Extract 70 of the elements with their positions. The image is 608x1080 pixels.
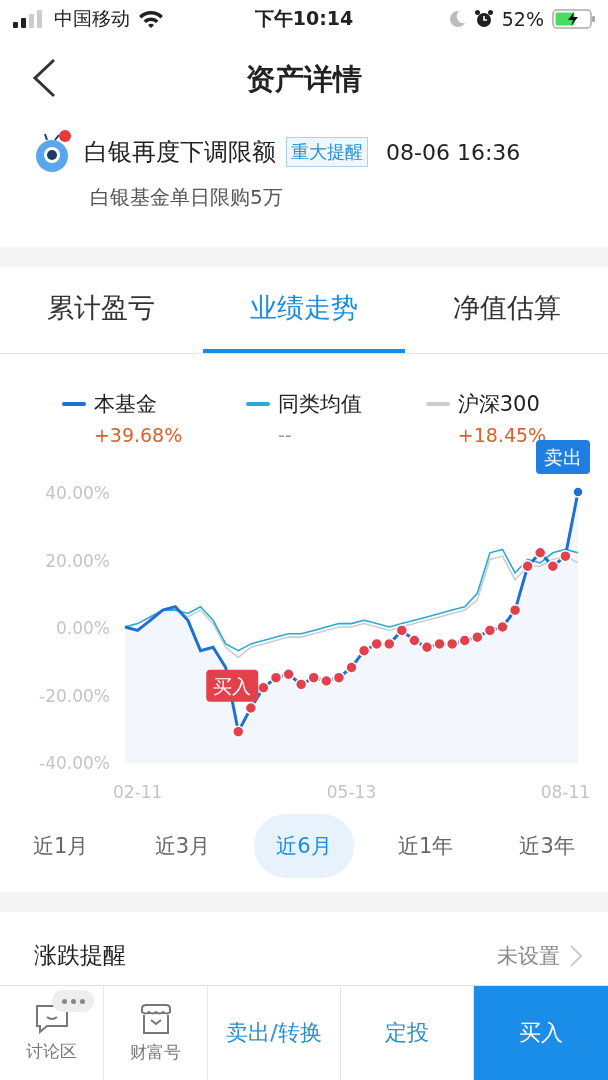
holding-dot — [294, 678, 308, 691]
buy-button[interactable]: 买入 — [474, 986, 608, 1080]
holding-dot — [269, 671, 283, 684]
battery-icon — [552, 9, 596, 29]
notice-title: 白银再度下调限额 — [84, 137, 276, 168]
buy-marker: 买入 — [206, 669, 259, 702]
holding-dot — [534, 546, 547, 559]
holding-dot — [257, 681, 270, 694]
chevron-right-icon — [570, 944, 582, 967]
holding-dot — [471, 630, 484, 644]
notice-tag: 重大提醒 — [286, 137, 368, 167]
holding-dot — [332, 671, 346, 684]
tab[interactable]: 累计盈亏 — [0, 267, 203, 353]
holding-dot — [508, 603, 522, 617]
clock-time: 下午10:14 — [254, 6, 354, 31]
holding-dot — [559, 549, 572, 563]
x-tick-label: 05-13 — [326, 782, 377, 802]
page-title: 资产详情 — [246, 61, 362, 98]
legend-value: -- — [277, 424, 293, 446]
holding-dot — [244, 701, 258, 715]
tab[interactable]: 净值估算 — [405, 267, 608, 353]
holding-dot — [445, 637, 459, 651]
period-tab[interactable]: 近1月 — [11, 814, 111, 878]
holding-dot — [345, 661, 358, 674]
period-tab[interactable]: 近1年 — [375, 814, 476, 878]
shop-icon — [138, 1002, 173, 1035]
notice-text: 白银基金单日限购5万 — [89, 184, 284, 211]
legend-label: 本基金 — [93, 391, 157, 418]
moon-icon — [447, 10, 466, 28]
legend-label: 同类均值 — [278, 391, 362, 418]
holding-dot — [357, 644, 371, 657]
holding-dot — [282, 668, 295, 681]
holding-dot — [521, 560, 534, 573]
y-tick-label: 0.00% — [56, 618, 110, 638]
holding-dot — [433, 637, 446, 651]
legend-label: 沪深300 — [457, 391, 540, 418]
period-tab[interactable]: 近3月 — [132, 814, 233, 878]
y-tick-label: -20.00% — [39, 685, 110, 706]
holding-dot — [408, 634, 421, 647]
holding-dot — [232, 725, 245, 738]
carrier-name: 中国移动 — [54, 6, 130, 31]
holding-dot — [383, 637, 396, 651]
y-tick-label: -40.00% — [39, 753, 110, 773]
battery-percent: 52% — [501, 8, 544, 30]
notice-time: 08-06 16:36 — [386, 139, 521, 165]
alarm-icon — [473, 9, 494, 29]
holding-dot — [370, 637, 383, 651]
back-icon[interactable] — [32, 58, 56, 98]
y-tick-label: 40.00% — [45, 483, 110, 503]
holding-dot — [496, 620, 509, 634]
holding-dot — [307, 671, 320, 684]
holding-dot — [420, 641, 434, 654]
holding-dot — [483, 624, 497, 637]
more-icon[interactable] — [52, 990, 94, 1012]
alert-label: 涨跌提醒 — [34, 941, 127, 970]
robot-icon — [34, 130, 74, 174]
x-tick-label: 02-11 — [112, 782, 163, 802]
wifi-icon — [138, 9, 164, 29]
legend-value: +39.68% — [92, 424, 183, 446]
tab[interactable]: 业绩走势 — [202, 267, 406, 353]
period-tab[interactable]: 近3年 — [497, 814, 597, 878]
holding-dot — [320, 674, 333, 688]
x-tick-label: 08-11 — [540, 782, 591, 802]
alert-value[interactable]: 未设置 — [497, 941, 560, 970]
holding-dot — [546, 560, 560, 573]
annotation: 买入 — [213, 674, 252, 697]
holding-dot — [458, 634, 471, 647]
period-tab[interactable]: 近6月 — [254, 814, 354, 878]
y-tick-label: 20.00% — [45, 550, 110, 571]
holding-dot — [395, 624, 409, 637]
